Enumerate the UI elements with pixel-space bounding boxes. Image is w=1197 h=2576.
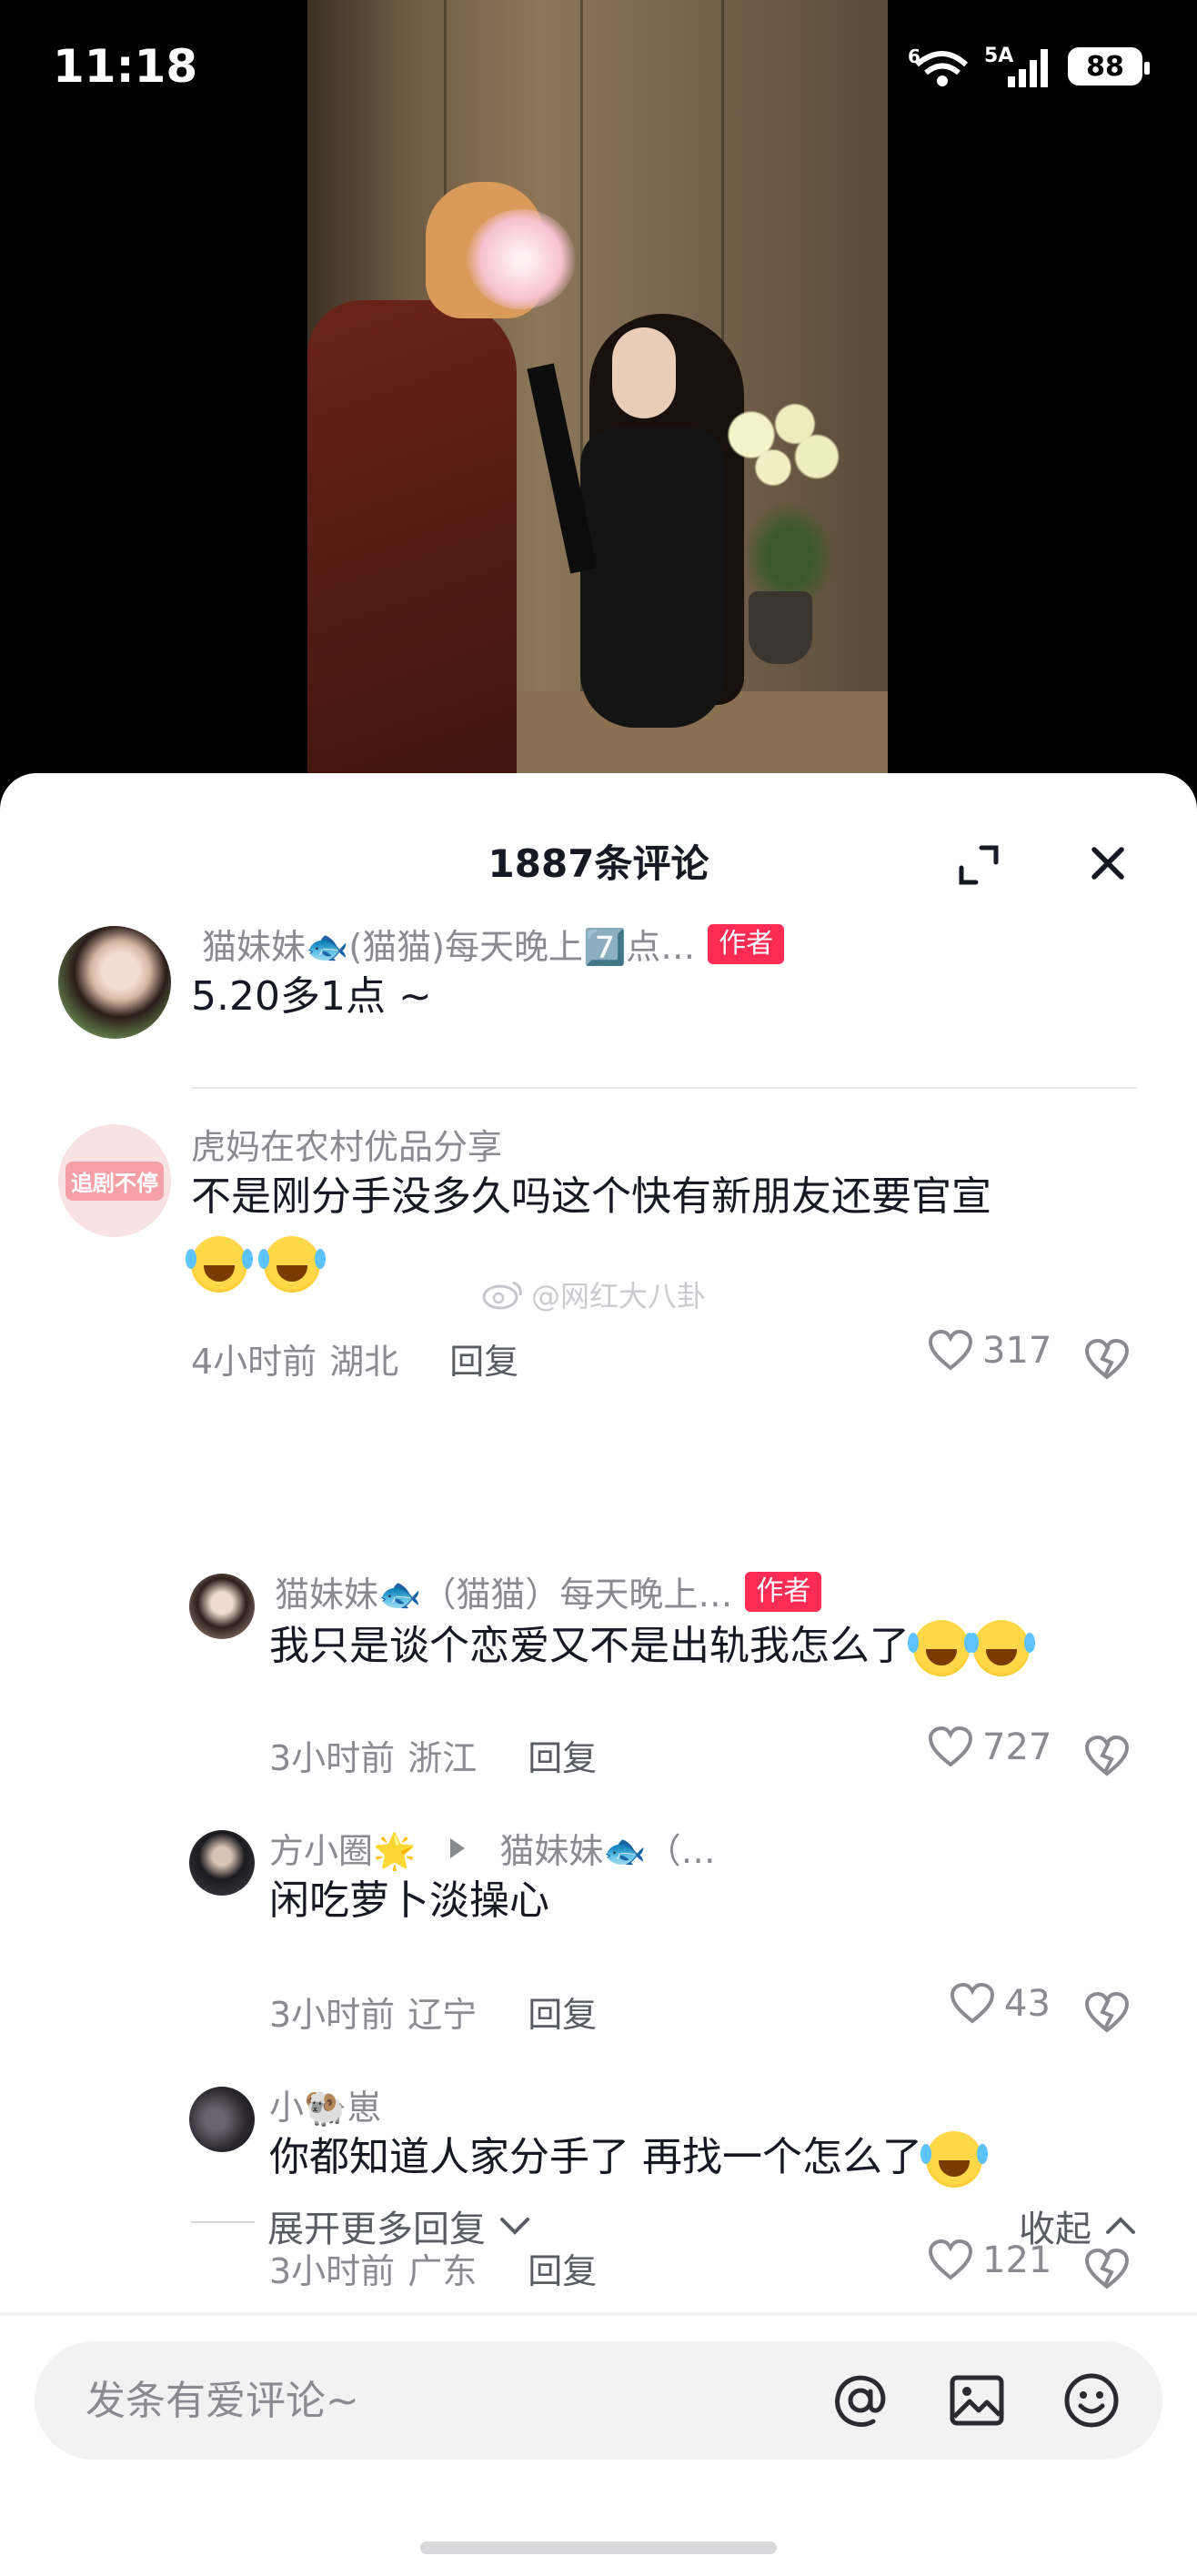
input-divider — [0, 2312, 1197, 2316]
avatar[interactable] — [189, 1574, 255, 1639]
laughing-tears-emoji — [968, 1620, 1030, 1676]
dislike-icon[interactable] — [1084, 1990, 1130, 2036]
collapse-label: 收起 — [1019, 2209, 1091, 2250]
orchid-flowers — [708, 391, 853, 500]
like-button[interactable]: 43 — [950, 1983, 1051, 2025]
battery-indicator: 88 — [1068, 47, 1150, 86]
laughing-tears-emoji — [186, 1236, 247, 1293]
laughing-tears-emoji — [258, 1236, 320, 1293]
chevron-up-icon — [1106, 2217, 1135, 2234]
like-count: 317 — [982, 1330, 1052, 1372]
comment-meta: 4小时前 湖北 回复 — [191, 1333, 518, 1384]
replies-toggle-row: 展开更多回复 收起 — [0, 2194, 1197, 2252]
divider — [191, 1087, 1137, 1089]
reply-text[interactable]: 我只是谈个恋爱又不是出轨我怎么了 — [269, 1614, 1030, 1679]
avatar[interactable]: 追剧不停 — [58, 1124, 171, 1237]
reply-text[interactable]: 闲吃萝卜淡操心 — [269, 1868, 549, 1934]
reply-time: 3小时前 — [269, 1738, 396, 1778]
author-badge: 作者 — [745, 1571, 822, 1612]
reply-text[interactable]: 你都知道人家分手了 再找一个怎么了 — [269, 2125, 982, 2190]
cellular-signal-icon: 5A — [984, 45, 1048, 87]
comment-text[interactable]: 不是刚分手没多久吗这个快有新朋友还要官宣 — [191, 1164, 991, 1230]
collapse-replies-button[interactable]: 收起 — [1019, 2199, 1137, 2252]
man-figure — [307, 300, 517, 800]
comment-author-row: 猫妹妹🐟(猫猫)每天晚上7️⃣点… 作者 — [202, 919, 785, 969]
close-icon[interactable] — [1087, 842, 1129, 884]
flower-pot — [749, 591, 812, 664]
laughing-tears-emoji — [920, 2131, 982, 2188]
status-bar: 11:18 6 5A 88 — [0, 0, 1197, 136]
watermark-text: @网红大八卦 — [531, 1279, 707, 1313]
dislike-icon[interactable] — [1084, 2247, 1130, 2292]
reply-author-row: 小🐏崽 — [269, 2079, 381, 2129]
wifi-icon: 6 — [908, 45, 968, 86]
avatar[interactable] — [189, 1830, 255, 1896]
reply-author-name[interactable]: 方小圈🌟 — [269, 1823, 416, 1873]
comment-input-bar — [35, 2341, 1162, 2460]
reply-button[interactable]: 回复 — [449, 1333, 518, 1384]
plant-leaves — [735, 491, 844, 600]
reply-button[interactable]: 回复 — [528, 2243, 597, 2293]
heart-icon — [950, 1983, 995, 2024]
image-icon[interactable] — [948, 2371, 1006, 2430]
comment-sheet: 1887条评论 猫妹妹🐟(猫猫)每天晚上7️⃣点… 作者 5.20多1点 ~ 追… — [0, 773, 1197, 2576]
like-button[interactable]: 317 — [928, 1330, 1051, 1372]
expand-more-label: 展开更多回复 — [267, 2209, 486, 2250]
reply-button[interactable]: 回复 — [528, 1730, 597, 1780]
reply-text-content: 我只是谈个恋爱又不是出轨我怎么了 — [269, 1623, 910, 1669]
status-icons: 6 5A 88 — [908, 44, 1150, 89]
expand-line — [191, 2221, 255, 2223]
weibo-icon — [482, 1281, 522, 1310]
reply-meta: 3小时前 辽宁 回复 — [269, 1987, 597, 2037]
play-triangle-icon — [450, 1837, 466, 1858]
reply-text-content: 闲吃萝卜淡操心 — [269, 1877, 549, 1924]
comment-author-name[interactable]: 虎妈在农村优品分享 — [191, 1119, 502, 1169]
dislike-icon[interactable] — [1084, 1337, 1130, 1383]
reply-author-name[interactable]: 小🐏崽 — [269, 2079, 381, 2129]
comment-author-name[interactable]: 猫妹妹🐟(猫猫)每天晚上7️⃣点… — [202, 919, 695, 969]
heart-icon — [928, 1330, 973, 1371]
comment-input[interactable] — [86, 2369, 777, 2432]
comment-count-title: 1887条评论 — [488, 841, 709, 886]
reply-location: 辽宁 — [407, 1995, 478, 2035]
comment-author-row: 虎妈在农村优品分享 — [191, 1119, 502, 1169]
laughing-tears-emoji — [908, 1620, 970, 1676]
comment-text[interactable]: 5.20多1点 ~ — [191, 964, 432, 1030]
comment-text-content: 不是刚分手没多久吗这个快有新朋友还要官宣 — [191, 1173, 991, 1220]
like-count: 43 — [1004, 1983, 1051, 2025]
butterfly-sticker — [467, 209, 576, 309]
watermark: @网红大八卦 — [482, 1273, 706, 1315]
reply-meta: 3小时前 浙江 回复 — [269, 1730, 597, 1780]
author-badge: 作者 — [708, 923, 785, 964]
reply-target-name[interactable]: 猫妹妹🐟（… — [499, 1823, 715, 1873]
reply-author-row: 猫妹妹🐟（猫猫）每天晚上… 作者 — [275, 1566, 822, 1616]
comment-emoji-line — [186, 1230, 320, 1295]
comment-time: 4小时前 — [191, 1342, 317, 1382]
woman-dress — [580, 428, 726, 728]
chevron-down-icon — [500, 2218, 529, 2235]
avatar[interactable] — [58, 926, 171, 1039]
home-indicator[interactable] — [420, 2541, 777, 2554]
reply-button[interactable]: 回复 — [528, 1987, 597, 2037]
signal-label: 5A — [984, 45, 1013, 67]
sheet-header: 1887条评论 — [0, 773, 1197, 910]
reply-author-name[interactable]: 猫妹妹🐟（猫猫）每天晚上… — [275, 1566, 732, 1616]
reply-author-row: 方小圈🌟 猫妹妹🐟（… — [269, 1823, 716, 1873]
expand-more-replies-button[interactable]: 展开更多回复 — [267, 2199, 531, 2252]
mention-icon[interactable] — [831, 2371, 890, 2430]
heart-icon — [928, 1726, 973, 1767]
reply-time: 3小时前 — [269, 1995, 396, 2035]
woman-face — [612, 327, 676, 418]
comment-location: 湖北 — [329, 1342, 399, 1382]
expand-icon[interactable] — [958, 844, 1000, 886]
like-count: 727 — [982, 1726, 1052, 1768]
avatar[interactable] — [189, 2087, 255, 2152]
avatar-label: 追剧不停 — [65, 1161, 164, 1201]
status-time: 11:18 — [53, 40, 198, 93]
emoji-icon[interactable] — [1062, 2371, 1121, 2430]
reply-location: 浙江 — [407, 1738, 478, 1778]
reply-text-content: 你都知道人家分手了 再找一个怎么了 — [269, 2134, 922, 2180]
dislike-icon[interactable] — [1084, 1734, 1130, 1779]
like-button[interactable]: 727 — [928, 1726, 1051, 1768]
